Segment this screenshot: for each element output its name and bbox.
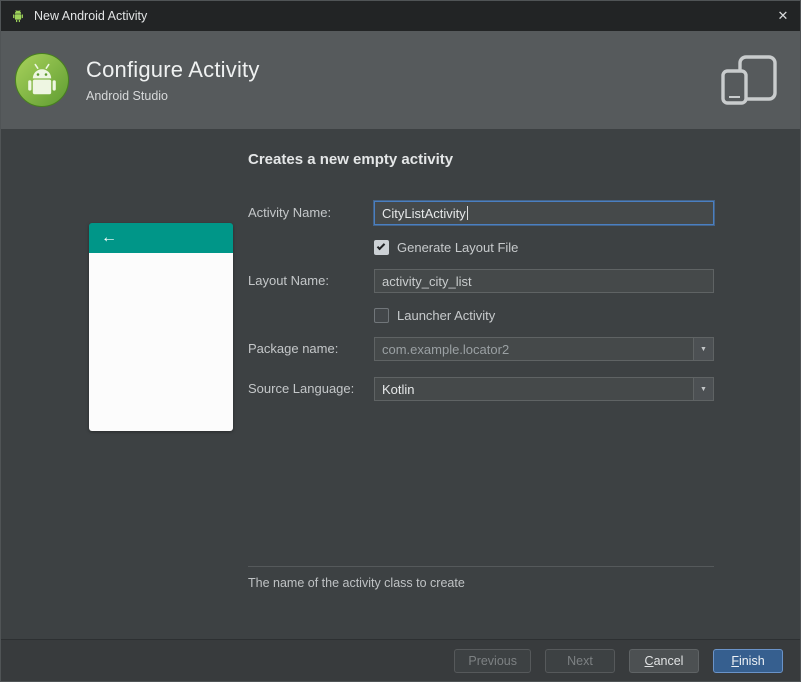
android-icon — [9, 7, 27, 25]
next-button[interactable]: Next — [545, 648, 615, 673]
launcher-activity-label[interactable]: Launcher Activity — [397, 308, 495, 323]
check-icon — [376, 241, 386, 250]
activity-preview: ← — [89, 223, 233, 431]
generate-layout-checkbox[interactable] — [374, 239, 389, 255]
chevron-down-icon[interactable]: ▼ — [693, 378, 713, 400]
layout-name-label: Layout Name: — [248, 273, 329, 288]
previous-button[interactable]: Previous — [454, 648, 531, 673]
wizard-title: Configure Activity — [86, 57, 260, 82]
source-language-value: Kotlin — [382, 381, 415, 397]
layout-name-value: activity_city_list — [382, 273, 472, 289]
wizard-content: Creates a new empty activity ← Activity … — [1, 129, 800, 639]
form-heading: Creates a new empty activity — [248, 151, 454, 168]
package-name-label: Package name: — [248, 341, 339, 356]
window-title: New Android Activity — [34, 9, 148, 23]
preview-appbar: ← — [89, 223, 233, 253]
package-name-combobox[interactable]: com.example.locator2 ▼ — [374, 337, 714, 361]
wizard-header-text: Configure Activity Android Studio — [86, 57, 260, 103]
hint-divider — [248, 566, 714, 567]
package-name-value: com.example.locator2 — [382, 341, 510, 357]
cancel-button[interactable]: Cancel — [629, 648, 699, 673]
chevron-down-icon[interactable]: ▼ — [693, 338, 713, 360]
wizard-header: Configure Activity Android Studio — [1, 31, 800, 129]
wizard-subtitle: Android Studio — [86, 89, 169, 103]
launcher-activity-checkbox-row[interactable]: Launcher Activity — [374, 307, 495, 323]
new-android-activity-dialog: New Android Activity ✕ Configure Activit… — [0, 0, 801, 682]
generate-layout-checkbox-row[interactable]: Generate Layout File — [374, 239, 518, 255]
generate-layout-label[interactable]: Generate Layout File — [397, 240, 518, 255]
source-language-label: Source Language: — [248, 381, 355, 396]
source-language-combobox[interactable]: Kotlin ▼ — [374, 377, 714, 401]
devices-icon — [720, 54, 778, 106]
activity-name-input[interactable]: CityListActivity — [374, 201, 714, 225]
text-caret — [466, 206, 468, 220]
activity-name-label: Activity Name: — [248, 205, 332, 220]
layout-name-input[interactable]: activity_city_list — [374, 269, 714, 293]
dialog-footer: Previous Next Cancel Finish — [1, 639, 800, 681]
titlebar: New Android Activity ✕ — [1, 1, 800, 31]
field-hint: The name of the activity class to create — [248, 576, 465, 590]
back-arrow-icon: ← — [101, 229, 117, 246]
launcher-activity-checkbox[interactable] — [374, 307, 389, 323]
finish-button[interactable]: Finish — [713, 648, 783, 673]
close-icon[interactable]: ✕ — [766, 1, 800, 31]
preview-body — [89, 253, 233, 431]
android-studio-logo — [14, 52, 70, 108]
activity-name-value: CityListActivity — [382, 205, 466, 221]
